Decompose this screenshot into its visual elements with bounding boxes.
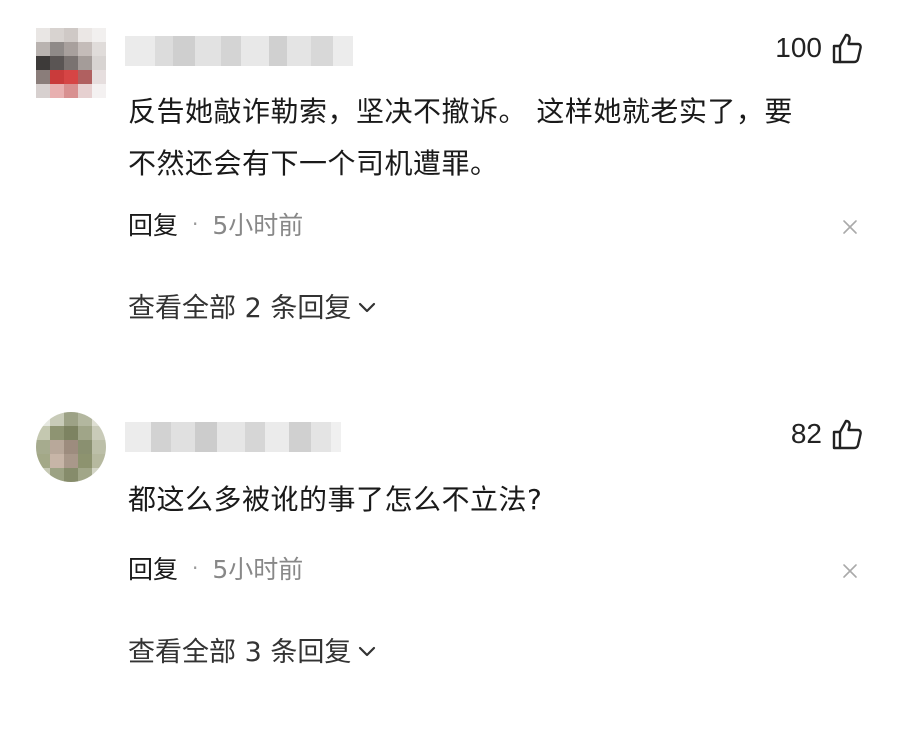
like-button[interactable]: 100 bbox=[775, 32, 862, 64]
separator-dot: · bbox=[192, 556, 199, 580]
chevron-down-icon bbox=[359, 646, 376, 656]
view-all-replies-button[interactable]: 查看全部 3 条回复 bbox=[128, 630, 377, 669]
comment-text-line: 不然还会有下一个司机遭罪。 bbox=[128, 147, 499, 180]
comment-item: 100 反告她敲诈勒索，坚决不撤诉。 这样她就老实了，要 不然还会有下一个司机遭… bbox=[0, 0, 914, 380]
comment-text-line: 都这么多被讹的事了怎么不立法? bbox=[128, 483, 543, 516]
close-icon[interactable] bbox=[842, 219, 858, 235]
comment-meta: 回复 · 5小时前 bbox=[128, 550, 303, 586]
avatar[interactable] bbox=[36, 412, 106, 482]
thumbs-up-icon[interactable] bbox=[832, 418, 862, 450]
view-replies-label: 查看全部 3 条回复 bbox=[128, 637, 352, 668]
reply-button[interactable]: 回复 bbox=[128, 550, 178, 586]
comment-meta: 回复 · 5小时前 bbox=[128, 206, 303, 242]
comment-text: 反告她敲诈勒索，坚决不撤诉。 这样她就老实了，要 不然还会有下一个司机遭罪。 bbox=[128, 86, 868, 190]
username[interactable] bbox=[125, 36, 353, 66]
chevron-down-icon bbox=[359, 302, 376, 312]
close-icon[interactable] bbox=[842, 563, 858, 579]
like-count: 82 bbox=[790, 418, 822, 449]
like-button[interactable]: 82 bbox=[791, 418, 862, 450]
timestamp: 5小时前 bbox=[212, 555, 304, 584]
thumbs-up-icon[interactable] bbox=[832, 32, 862, 64]
view-replies-label: 查看全部 2 条回复 bbox=[128, 293, 352, 324]
comment-item: 82 都这么多被讹的事了怎么不立法? 回复 · 5小时前 查看全部 3 条回复 bbox=[0, 380, 914, 750]
avatar[interactable] bbox=[36, 28, 106, 98]
reply-button[interactable]: 回复 bbox=[128, 206, 178, 242]
username[interactable] bbox=[125, 422, 341, 452]
separator-dot: · bbox=[192, 212, 199, 236]
timestamp: 5小时前 bbox=[212, 211, 304, 240]
view-all-replies-button[interactable]: 查看全部 2 条回复 bbox=[128, 286, 377, 325]
like-count: 100 bbox=[775, 32, 822, 63]
comment-text-line: 反告她敲诈勒索，坚决不撤诉。 这样她就老实了，要 bbox=[128, 95, 793, 128]
comment-text: 都这么多被讹的事了怎么不立法? bbox=[128, 474, 868, 526]
